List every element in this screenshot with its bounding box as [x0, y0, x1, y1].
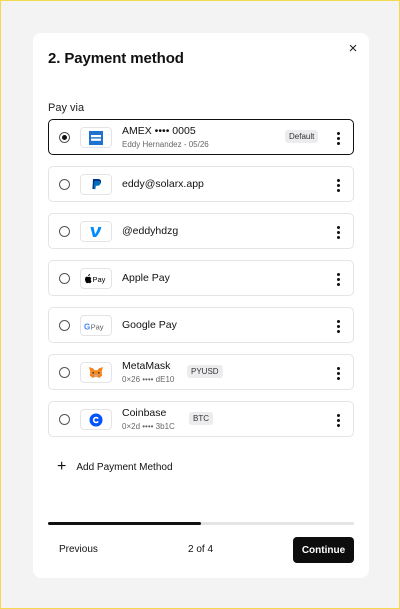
step-indicator: 2 of 4	[188, 544, 214, 555]
modal-title: 2. Payment method	[48, 50, 184, 67]
method-name: AMEX •••• 0005	[122, 125, 196, 137]
payment-option-coinbase[interactable]: Coinbase 0×2d •••• 3b1C BTC	[48, 401, 354, 437]
svg-text:G: G	[84, 322, 90, 331]
payment-option-amex[interactable]: AMEX •••• 0005 Eddy Hernandez - 05/26 De…	[48, 119, 354, 155]
svg-text:Pay: Pay	[93, 275, 106, 284]
radio-unselected[interactable]	[59, 179, 70, 190]
method-name: MetaMask	[122, 360, 171, 372]
add-payment-method-label: Add Payment Method	[76, 461, 173, 473]
radio-unselected[interactable]	[59, 367, 70, 378]
currency-badge: PYUSD	[187, 365, 223, 378]
radio-unselected[interactable]	[59, 320, 70, 331]
radio-unselected[interactable]	[59, 414, 70, 425]
metamask-icon	[80, 362, 112, 383]
default-badge: Default	[285, 130, 319, 143]
plus-icon: +	[57, 458, 67, 475]
amex-icon	[80, 127, 112, 148]
more-options-icon[interactable]	[331, 410, 345, 430]
payment-option-venmo[interactable]: @eddyhdzg	[48, 213, 354, 249]
venmo-icon	[80, 221, 112, 242]
more-options-icon[interactable]	[331, 175, 345, 195]
currency-badge: BTC	[189, 412, 213, 425]
method-name: eddy@solarx.app	[122, 178, 204, 190]
apple-pay-icon: Pay	[80, 268, 112, 289]
radio-unselected[interactable]	[59, 273, 70, 284]
more-options-icon[interactable]	[331, 128, 345, 148]
payment-option-metamask[interactable]: MetaMask 0×26 •••• dE10 PYUSD	[48, 354, 354, 390]
wallet-address: 0×26 •••• dE10	[122, 375, 175, 384]
more-options-icon[interactable]	[331, 363, 345, 383]
wallet-address: 0×2d •••• 3b1C	[122, 422, 175, 431]
continue-button[interactable]: Continue	[293, 537, 354, 563]
progress-bar	[48, 522, 354, 525]
google-pay-icon: G Pay	[80, 315, 112, 336]
radio-unselected[interactable]	[59, 226, 70, 237]
payment-option-google-pay[interactable]: G Pay Google Pay	[48, 307, 354, 343]
more-options-icon[interactable]	[331, 222, 345, 242]
payment-methods-list: AMEX •••• 0005 Eddy Hernandez - 05/26 De…	[48, 119, 354, 448]
method-subtitle: Eddy Hernandez - 05/26	[122, 140, 209, 149]
method-name: Google Pay	[122, 319, 177, 331]
pay-via-label: Pay via	[48, 102, 85, 114]
payment-option-paypal[interactable]: eddy@solarx.app	[48, 166, 354, 202]
method-name: Coinbase	[122, 407, 167, 419]
method-name: @eddyhdzg	[122, 225, 179, 237]
radio-selected[interactable]	[59, 132, 70, 143]
method-name: Apple Pay	[122, 272, 170, 284]
paypal-icon	[80, 174, 112, 195]
progress-fill	[48, 522, 201, 525]
previous-button[interactable]: Previous	[59, 544, 98, 555]
coinbase-icon	[80, 409, 112, 430]
close-icon[interactable]: ×	[345, 41, 361, 57]
more-options-icon[interactable]	[331, 269, 345, 289]
payment-method-modal: 2. Payment method × Pay via AMEX •••• 00…	[33, 33, 369, 578]
payment-option-apple-pay[interactable]: Pay Apple Pay	[48, 260, 354, 296]
svg-text:Pay: Pay	[91, 322, 104, 331]
more-options-icon[interactable]	[331, 316, 345, 336]
add-payment-method-button[interactable]: + Add Payment Method	[57, 458, 173, 475]
